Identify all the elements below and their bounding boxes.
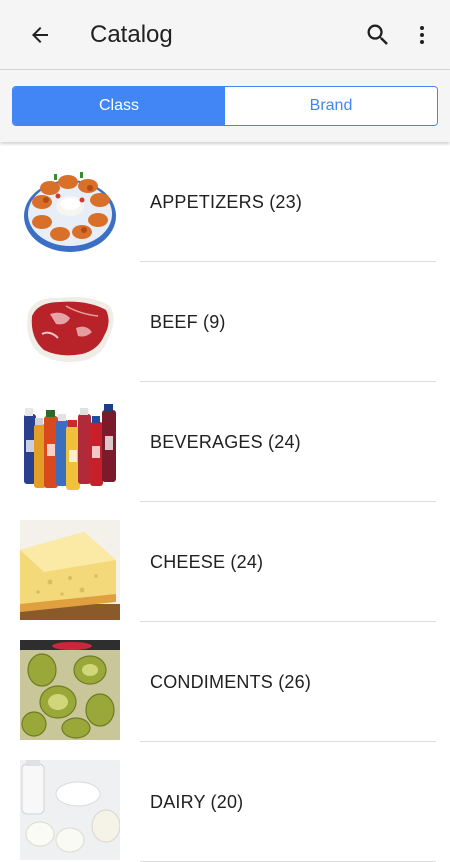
- list-item-beverages[interactable]: BEVERAGES (24): [0, 382, 450, 502]
- cheese-wedge-image: [20, 520, 120, 620]
- category-label: BEVERAGES (24): [150, 432, 301, 452]
- overflow-menu-button[interactable]: [410, 18, 434, 52]
- raw-steak-image: [27, 297, 114, 362]
- search-button[interactable]: [362, 18, 394, 52]
- tab-bar: Class Brand: [0, 70, 450, 142]
- page-title: Catalog: [90, 21, 173, 48]
- list-item-condiments[interactable]: CONDIMENTS (26): [0, 622, 450, 742]
- more-vert-icon: [420, 26, 424, 44]
- pickle-jar-image: [20, 640, 120, 740]
- category-label: BEEF (9): [150, 312, 226, 332]
- category-label: CONDIMENTS (26): [150, 672, 312, 692]
- list-item-appetizers[interactable]: APPETIZERS (23): [0, 142, 450, 262]
- app-bar: Catalog: [0, 0, 450, 70]
- appetizer-platter-image: [24, 172, 116, 252]
- back-button[interactable]: [24, 17, 56, 53]
- list-item-cheese[interactable]: CHEESE (24): [0, 502, 450, 622]
- dairy-products-image: [20, 760, 120, 860]
- category-label: DAIRY (20): [150, 792, 244, 812]
- category-label: CHEESE (24): [150, 552, 264, 572]
- search-icon: [367, 24, 388, 45]
- list-item-dairy[interactable]: DAIRY (20): [0, 742, 450, 862]
- bottled-drinks-image: [20, 400, 120, 500]
- arrow-left-icon: [32, 27, 48, 43]
- category-list: APPETIZERS (23) BEEF (9) BEVERAGES (24) …: [0, 142, 450, 862]
- category-label: APPETIZERS (23): [150, 192, 303, 212]
- tab-class[interactable]: Class: [13, 87, 225, 125]
- list-item-beef[interactable]: BEEF (9): [0, 262, 450, 382]
- segmented-control: Class Brand: [12, 86, 438, 126]
- tab-brand[interactable]: Brand: [225, 87, 437, 125]
